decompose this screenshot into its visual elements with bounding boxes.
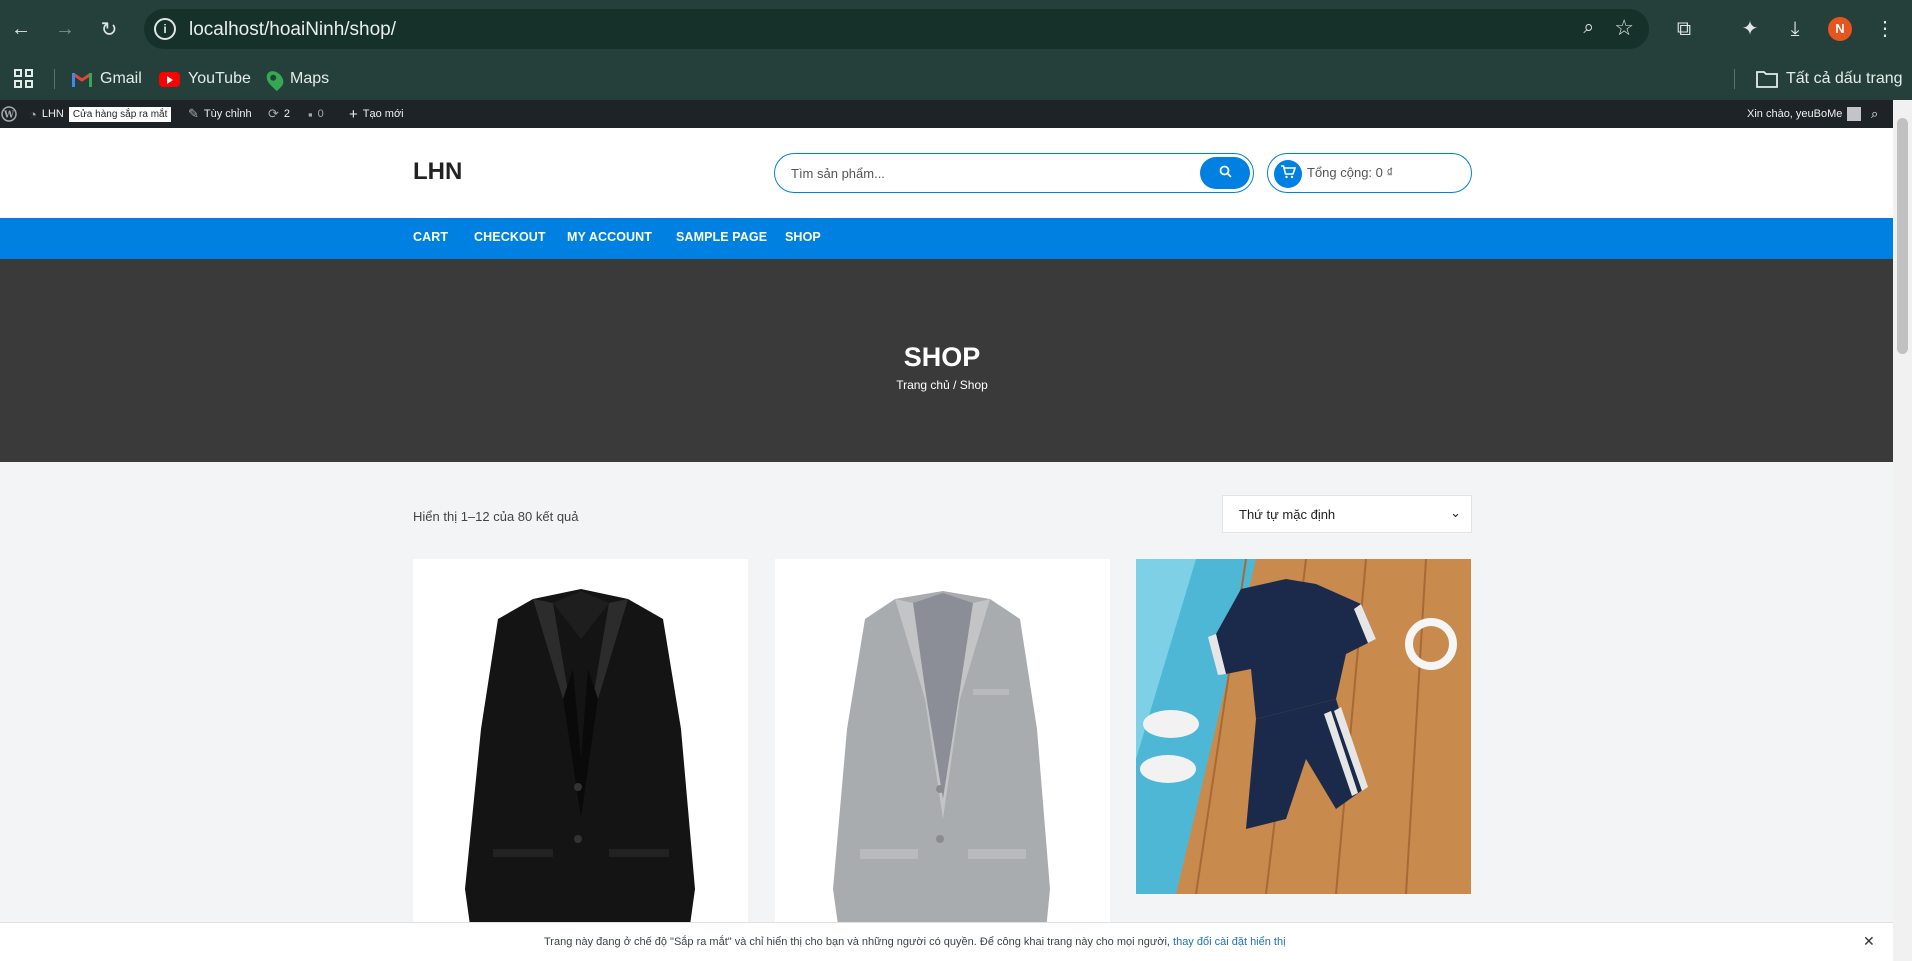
admin-updates[interactable]: ⟳ 2 [268, 100, 290, 128]
page-title: SHOP [903, 342, 981, 372]
admin-customize[interactable]: ✎ Tùy chỉnh [188, 100, 252, 128]
admin-site-name: LHN [41, 108, 64, 120]
svg-text:W: W [3, 111, 15, 121]
notice-text: Trang này đang ở chế độ "Sắp ra mắt" và … [544, 936, 1170, 948]
address-bar[interactable]: i localhost/hoaiNinh/shop/ ⌕ ☆ [144, 9, 1649, 49]
download-icon[interactable]: ⤓ [1780, 14, 1810, 44]
orderby-value: Thứ tự mặc định [1239, 507, 1336, 522]
admin-comments-count: 0 [317, 108, 324, 120]
menu-kebab-icon[interactable]: ⋮ [1870, 14, 1900, 44]
nav-cart[interactable]: CART [413, 230, 448, 244]
dashboard-icon: ◔ [29, 106, 37, 122]
page-hero: SHOP Trang chủ / Shop [0, 259, 1893, 462]
product-card-black-blazer[interactable] [413, 559, 748, 961]
search-button[interactable] [1200, 157, 1250, 189]
apps-grid-icon[interactable] [14, 66, 34, 92]
cart-icon [1274, 160, 1302, 188]
user-avatar [1847, 107, 1862, 121]
site-header: LHN Tổng cộng: 0 ₫ [0, 128, 1893, 218]
notice-settings-link[interactable]: thay đổi cài đặt hiển thị [1173, 936, 1286, 948]
product-image[interactable] [1136, 559, 1471, 894]
bookmark-maps-label: Maps [290, 70, 330, 87]
plus-icon: + [349, 105, 358, 123]
result-count: Hiển thị 1–12 của 80 kết quả [413, 509, 579, 524]
updates-icon: ⟳ [268, 106, 279, 121]
url-text[interactable]: localhost/hoaiNinh/shop/ [189, 19, 396, 41]
product-card-polo-set[interactable] [1136, 559, 1471, 894]
zoom-icon[interactable]: ⌕ [1583, 17, 1594, 39]
scrollbar-thumb[interactable] [1897, 118, 1908, 354]
site-info-icon[interactable]: i [154, 18, 176, 40]
bookmark-youtube-label: YouTube [188, 70, 251, 87]
admin-comments[interactable]: ▪ 0 [308, 100, 324, 128]
bookmark-gmail-label: Gmail [100, 70, 142, 87]
cart-total: Tổng cộng: 0 ₫ [1307, 165, 1394, 180]
youtube-icon [159, 71, 180, 87]
search-input[interactable] [791, 163, 1161, 183]
admin-greeting: Xin chào, yeuBoMe [1747, 108, 1843, 120]
all-bookmarks[interactable]: Tất cả dấu trang [1756, 66, 1903, 92]
notice-message: Trang này đang ở chế độ "Sắp ra mắt" và … [544, 936, 1286, 948]
nav-my-account[interactable]: MY ACCOUNT [567, 230, 652, 244]
bookmarks-bar: Gmail YouTube Maps Tất cả dấu trang [0, 58, 1912, 100]
all-bookmarks-label: Tất cả dấu trang [1786, 70, 1903, 87]
breadcrumb[interactable]: Trang chủ / Shop [0, 378, 1884, 392]
nav-checkout[interactable]: CHECKOUT [474, 230, 546, 244]
back-icon[interactable]: ← [6, 14, 36, 44]
coming-soon-notice: Trang này đang ở chế độ "Sắp ra mắt" và … [0, 922, 1893, 961]
admin-site-link[interactable]: ◔ LHN Cửa hàng sắp ra mắt [29, 100, 172, 128]
orderby-select[interactable]: Thứ tự mặc định ⌄ [1222, 495, 1472, 533]
product-image[interactable] [775, 559, 1110, 961]
wp-admin-bar: W ◔ LHN Cửa hàng sắp ra mắt ✎ Tùy chỉnh … [0, 100, 1912, 128]
nav-shop[interactable]: SHOP [785, 230, 821, 244]
gmail-icon [72, 72, 92, 87]
wordpress-logo-icon[interactable]: W [1, 100, 17, 128]
coming-soon-badge: Cửa hàng sắp ra mắt [68, 106, 172, 122]
admin-new[interactable]: + Tạo mới [349, 100, 404, 128]
product-card-grey-blazer[interactable] [775, 559, 1110, 961]
bookmark-maps[interactable]: Maps [263, 66, 330, 92]
close-icon[interactable]: ✕ [1863, 933, 1875, 950]
browser-toolbar: ← → ↻ i localhost/hoaiNinh/shop/ ⌕ ☆ ⧉ ✦… [0, 0, 1912, 58]
chevron-down-icon: ⌄ [1450, 505, 1461, 520]
primary-nav: CART CHECKOUT MY ACCOUNT SAMPLE PAGE SHO… [0, 218, 1893, 259]
reload-icon[interactable]: ↻ [94, 14, 124, 44]
admin-customize-label: Tùy chỉnh [203, 108, 252, 120]
search-icon [1219, 165, 1232, 178]
bookmark-gmail[interactable]: Gmail [72, 66, 142, 92]
maps-icon [263, 67, 287, 91]
bookmark-youtube[interactable]: YouTube [159, 66, 251, 92]
header-cart[interactable]: Tổng cộng: 0 ₫ [1267, 153, 1472, 193]
site-title[interactable]: LHN [413, 158, 462, 186]
brush-icon: ✎ [188, 106, 199, 121]
profile-avatar[interactable]: N [1828, 17, 1852, 41]
comment-icon: ▪ [308, 106, 313, 122]
nav-sample-page[interactable]: SAMPLE PAGE [676, 230, 767, 244]
forward-icon[interactable]: → [50, 14, 80, 44]
product-search [774, 153, 1254, 193]
admin-search-icon[interactable]: ⌕ [1871, 100, 1878, 128]
page-scrollbar[interactable] [1893, 100, 1912, 961]
bookmark-star-icon[interactable]: ☆ [1614, 15, 1634, 41]
admin-account[interactable]: Xin chào, yeuBoMe [1747, 100, 1862, 128]
folder-icon [1756, 71, 1778, 88]
performance-icon[interactable]: ✦ [1735, 14, 1765, 44]
admin-new-label: Tạo mới [362, 108, 404, 120]
admin-updates-count: 2 [283, 108, 291, 120]
product-image[interactable] [413, 559, 748, 961]
extensions-icon[interactable]: ⧉ [1669, 14, 1699, 44]
